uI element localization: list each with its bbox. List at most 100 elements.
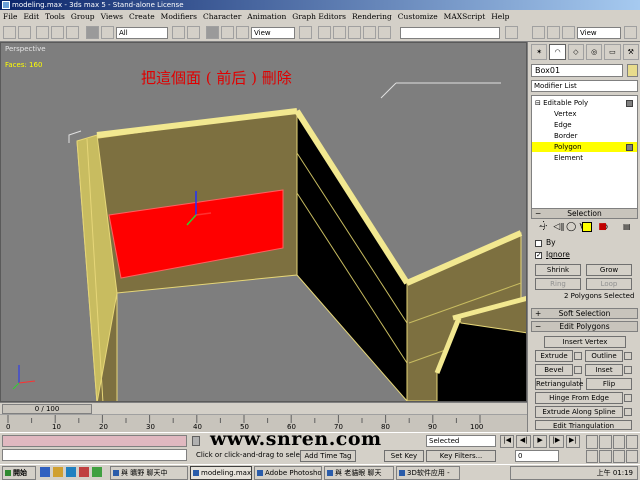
- taskbar-item[interactable]: 與 老貓眼 聊天: [324, 466, 394, 480]
- stack-item-vertex[interactable]: Vertex: [532, 109, 637, 119]
- menu-graph-editors[interactable]: Graph Editors: [292, 12, 346, 21]
- ring-button[interactable]: Ring: [535, 278, 581, 290]
- redo-icon[interactable]: [18, 26, 31, 39]
- angle-snap-icon[interactable]: [363, 26, 376, 39]
- fov-icon[interactable]: [586, 449, 599, 463]
- ie-icon[interactable]: [40, 467, 50, 477]
- taskbar-item[interactable]: 與 曠野 聊天中: [110, 466, 188, 480]
- zoom-icon[interactable]: [586, 435, 599, 449]
- previous-frame-icon[interactable]: ◀|: [516, 435, 531, 448]
- named-selection-sets-dropdown[interactable]: [400, 27, 500, 39]
- pivot-center-icon[interactable]: [299, 26, 312, 39]
- zoom-extents-icon[interactable]: [612, 435, 625, 449]
- current-frame-field[interactable]: 0: [515, 450, 559, 462]
- insert-vertex-button[interactable]: Insert Vertex: [544, 336, 626, 348]
- render-scene-icon[interactable]: [547, 26, 560, 39]
- next-frame-icon[interactable]: |▶: [549, 435, 564, 448]
- menu-animation[interactable]: Animation: [247, 12, 286, 21]
- extrude-button[interactable]: Extrude: [535, 350, 573, 362]
- menu-character[interactable]: Character: [203, 12, 241, 21]
- reference-coordinate-dropdown[interactable]: View: [251, 27, 295, 39]
- loop-button[interactable]: Loop: [586, 278, 632, 290]
- select-scale-icon[interactable]: [236, 26, 249, 39]
- bind-space-warp-icon[interactable]: [66, 26, 79, 39]
- percent-snap-icon[interactable]: [378, 26, 391, 39]
- lock-selection-icon[interactable]: [192, 436, 200, 446]
- snap-icon[interactable]: [348, 26, 361, 39]
- goto-start-icon[interactable]: |◀: [500, 435, 515, 448]
- select-object-icon[interactable]: [86, 26, 99, 39]
- flip-button[interactable]: Flip: [586, 378, 632, 390]
- time-slider-handle[interactable]: 0 / 100: [2, 404, 92, 414]
- stack-item-border[interactable]: Border: [532, 131, 637, 141]
- taskbar-item-active[interactable]: modeling.max -: [190, 466, 252, 480]
- object-color-swatch[interactable]: [627, 64, 638, 77]
- ignore-backfacing-checkbox[interactable]: ✓: [535, 252, 542, 259]
- menu-customize[interactable]: Customize: [398, 12, 438, 21]
- bevel-button[interactable]: Bevel: [535, 364, 573, 376]
- menu-rendering[interactable]: Rendering: [352, 12, 392, 21]
- app-icon[interactable]: [92, 467, 102, 477]
- zoom-extents-all-icon[interactable]: [625, 435, 638, 449]
- menu-help[interactable]: Help: [491, 12, 509, 21]
- polygon-level-icon[interactable]: [582, 222, 593, 232]
- display-tab-icon[interactable]: ▭: [604, 44, 621, 60]
- stack-toggle-icon[interactable]: [626, 100, 633, 107]
- element-level-icon[interactable]: ■: [598, 222, 607, 236]
- goto-end-icon[interactable]: ▶|: [565, 435, 581, 448]
- extrude-settings-icon[interactable]: [574, 352, 582, 360]
- stack-item-edge[interactable]: Edge: [532, 120, 637, 130]
- menu-modifiers[interactable]: Modifiers: [161, 12, 197, 21]
- material-editor-icon[interactable]: [532, 26, 545, 39]
- by-vertex-checkbox[interactable]: [535, 240, 542, 247]
- selected-dropdown[interactable]: Selected: [426, 435, 496, 447]
- unlink-icon[interactable]: [51, 26, 64, 39]
- arc-rotate-icon[interactable]: [612, 449, 625, 463]
- edit-triangulation-button[interactable]: Edit Triangulation: [535, 420, 632, 430]
- create-tab-icon[interactable]: ✶: [531, 44, 548, 60]
- outline-button[interactable]: Outline: [585, 350, 623, 362]
- vertex-level-icon[interactable]: ⁛: [540, 222, 547, 236]
- soft-selection-rollout-header[interactable]: + Soft Selection: [531, 308, 638, 319]
- inset-settings-icon[interactable]: [624, 366, 632, 374]
- app-icon[interactable]: [79, 467, 89, 477]
- view-dropdown[interactable]: View: [577, 27, 621, 39]
- taskbar-item[interactable]: 3D软件应用 -: [396, 466, 460, 480]
- curve-editor-icon[interactable]: [505, 26, 518, 39]
- select-by-name-icon[interactable]: [172, 26, 185, 39]
- align-icon[interactable]: [333, 26, 346, 39]
- hinge-settings-icon[interactable]: [624, 394, 632, 402]
- play-icon[interactable]: ▶: [532, 435, 548, 448]
- render-last-icon[interactable]: [624, 26, 637, 39]
- maxscript-listener-white[interactable]: [2, 449, 187, 461]
- undo-icon[interactable]: [3, 26, 16, 39]
- maxscript-listener-pink[interactable]: [2, 435, 187, 447]
- menu-tools[interactable]: Tools: [45, 12, 65, 21]
- maximize-viewport-icon[interactable]: [625, 449, 638, 463]
- add-time-tag-button[interactable]: Add Time Tag: [300, 450, 356, 462]
- window-title-bar[interactable]: modeling.max - 3ds max 5 - Stand-alone L…: [0, 0, 640, 10]
- extrude-spline-settings-icon[interactable]: [624, 408, 632, 416]
- link-icon[interactable]: [36, 26, 49, 39]
- menu-maxscript[interactable]: MAXScript: [444, 12, 486, 21]
- inset-button[interactable]: Inset: [585, 364, 623, 376]
- selection-rollout-header[interactable]: − Selection: [531, 208, 638, 219]
- viewport-label[interactable]: Perspective: [5, 45, 46, 53]
- key-filters-button[interactable]: Key Filters...: [426, 450, 496, 462]
- folder-icon[interactable]: [53, 467, 63, 477]
- window-crossing-icon[interactable]: [187, 26, 200, 39]
- outline-settings-icon[interactable]: [624, 352, 632, 360]
- grow-button[interactable]: Grow: [586, 264, 632, 276]
- modifier-list-dropdown[interactable]: Modifier List: [531, 80, 638, 92]
- stack-item-element[interactable]: Element: [532, 153, 637, 163]
- select-region-icon[interactable]: [101, 26, 114, 39]
- time-slider[interactable]: 0 / 100: [0, 402, 527, 414]
- pan-icon[interactable]: [599, 449, 612, 463]
- menu-file[interactable]: File: [3, 12, 17, 21]
- taskbar-item[interactable]: Adobe Photoshop: [254, 466, 322, 480]
- viewport-scene[interactable]: [1, 43, 527, 402]
- shrink-button[interactable]: Shrink: [535, 264, 581, 276]
- edge-level-icon[interactable]: ◁: [553, 222, 560, 236]
- hierarchy-tab-icon[interactable]: ◇: [567, 44, 584, 60]
- select-move-icon[interactable]: [206, 26, 219, 39]
